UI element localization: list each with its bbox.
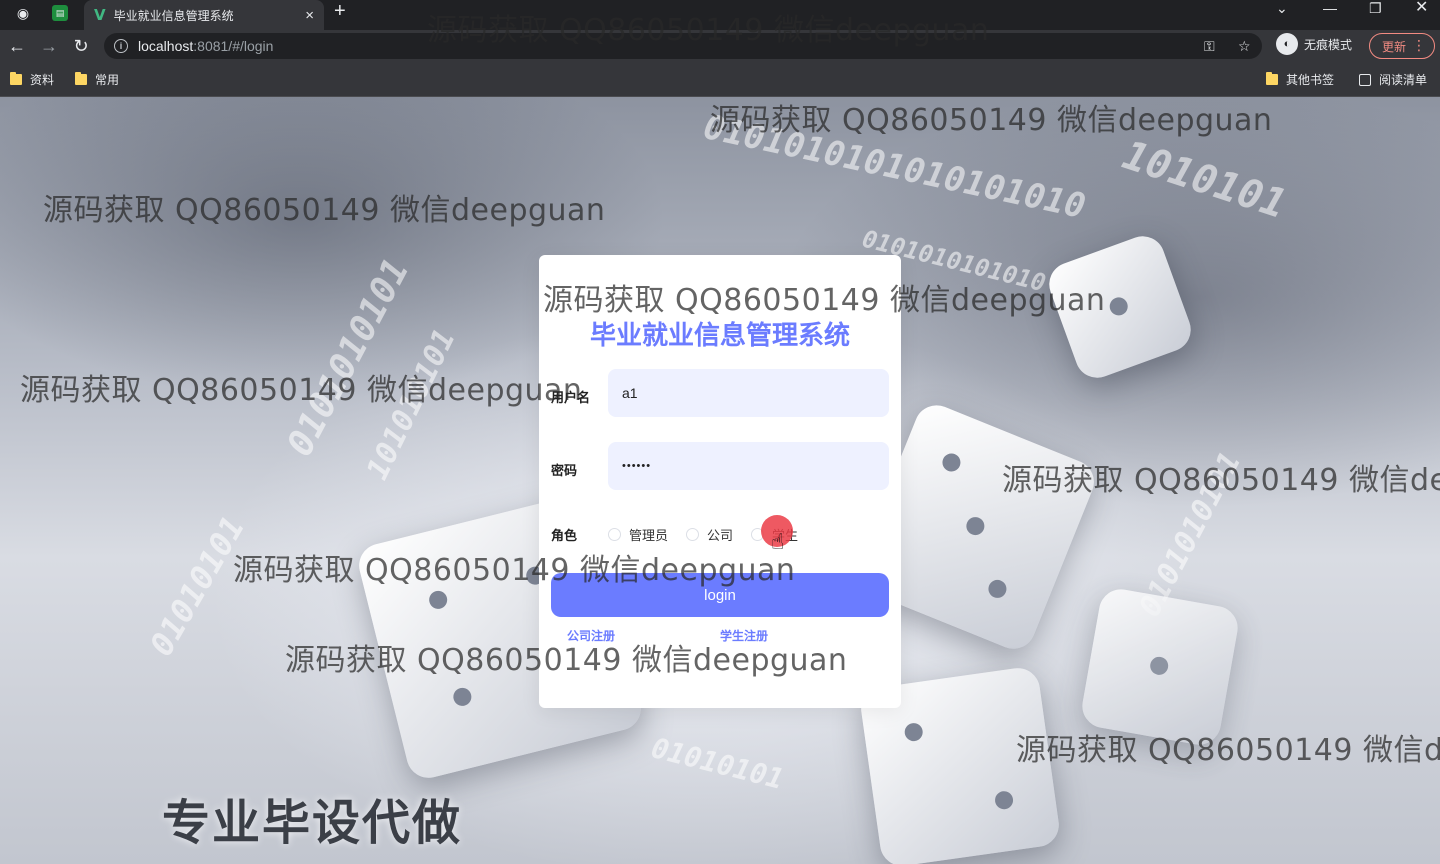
bookmark-label: 常用: [95, 73, 120, 87]
update-button[interactable]: 更新 ⋮: [1369, 33, 1435, 59]
bookmark-other[interactable]: 其他书签: [1266, 71, 1334, 88]
url-host: localhost: [138, 38, 194, 54]
dice-pip: [939, 450, 964, 475]
folder-icon: [75, 72, 87, 85]
watermark-text: 源码获取 QQ86050149 微信deepguan: [710, 103, 1273, 138]
bookmark-label: 阅读清单: [1379, 73, 1428, 87]
radio-circle[interactable]: [608, 528, 621, 541]
window-close-icon[interactable]: ✕: [1415, 0, 1428, 20]
reading-list-icon: [1359, 73, 1371, 86]
vue-logo-icon: V: [94, 6, 106, 24]
tab-close-icon[interactable]: ×: [305, 7, 314, 24]
role-option-label: 管理员: [629, 529, 669, 544]
binary-stream-decoration: 1010101: [1117, 132, 1292, 228]
password-label: 密码: [551, 464, 578, 479]
sheets-app-icon[interactable]: ▤: [52, 5, 68, 21]
incognito-icon: ◐: [1276, 33, 1298, 55]
tab-search-icon[interactable]: ⌄: [1276, 0, 1288, 20]
restore-icon[interactable]: ❐: [1369, 0, 1382, 20]
dice-pip: [993, 790, 1015, 811]
forward-icon[interactable]: →: [37, 34, 61, 58]
dice-pip: [1148, 655, 1170, 677]
watermark-text: 源码获取 QQ86050149 微信de: [1016, 733, 1440, 768]
bookmark-star-icon[interactable]: ☆: [1238, 33, 1251, 59]
minimize-icon[interactable]: —: [1323, 0, 1337, 20]
watermark-text: 源码获取 QQ86050149 微信deepguan: [20, 373, 583, 408]
binary-stream-decoration: 01010101: [648, 731, 787, 796]
update-label: 更新: [1382, 39, 1407, 54]
role-label: 角色: [551, 529, 578, 544]
dice-pip: [1107, 294, 1131, 318]
role-option-label: 公司: [707, 529, 734, 544]
username-input[interactable]: a1: [608, 369, 889, 417]
watermark-text: 源码获取 QQ86050149 微信dee: [1002, 463, 1440, 498]
radio-circle[interactable]: [686, 528, 700, 541]
tab-login[interactable]: V 毕业就业信息管理系统 ×: [84, 0, 324, 30]
reading-list[interactable]: 阅读清单: [1359, 71, 1427, 88]
chrome-menu-icon[interactable]: ◉: [12, 2, 34, 24]
folder-icon: [1266, 72, 1278, 85]
bookmark-label: 资料: [30, 73, 55, 87]
incognito-indicator[interactable]: ◐ 无痕模式: [1276, 33, 1352, 55]
new-tab-button[interactable]: +: [334, 0, 346, 24]
dice-pip: [427, 588, 450, 611]
watermark-text: 源码获取 QQ86050149 微信deepguan: [233, 553, 796, 588]
bookmark-folder-ziliao[interactable]: 资料: [10, 71, 54, 88]
password-key-icon[interactable]: ⚿: [1204, 33, 1215, 59]
watermark-text: 源码获取 QQ86050149 微信deepguan: [543, 283, 1106, 318]
promo-text: 专业毕设代做: [162, 795, 463, 851]
folder-icon: [10, 72, 22, 85]
more-menu-icon[interactable]: ⋮: [1412, 37, 1426, 53]
tab-title: 毕业就业信息管理系统: [113, 8, 234, 23]
watermark-text: 源码获取 QQ86050149 微信deepguan: [43, 193, 606, 228]
dice-pip: [451, 685, 474, 708]
dice-pip: [963, 514, 988, 538]
reload-icon[interactable]: ↻: [69, 34, 93, 58]
url-path: :8081/#/login: [193, 38, 274, 54]
incognito-label: 无痕模式: [1304, 37, 1353, 52]
bookmark-label: 其他书签: [1286, 73, 1335, 87]
watermark-text: 源码获取 QQ86050149 微信deepguan: [427, 13, 990, 48]
dice-pip: [985, 577, 1010, 601]
bookmarks-bar: 资料 常用 其他书签 阅读清单: [0, 62, 1440, 97]
site-info-icon[interactable]: i: [114, 39, 128, 53]
role-radio-company[interactable]: 公司: [686, 525, 733, 544]
back-icon[interactable]: ←: [5, 34, 29, 58]
password-input[interactable]: ••••••: [608, 442, 889, 490]
bookmark-folder-changyong[interactable]: 常用: [75, 71, 119, 88]
watermark-text: 源码获取 QQ86050149 微信deepguan: [285, 643, 848, 678]
role-radio-admin[interactable]: 管理员: [608, 525, 668, 544]
page-viewport: 0101010101010101010 0101010101010 101010…: [0, 97, 1440, 864]
system-title: 毕业就业信息管理系统: [589, 321, 850, 351]
dice-pip: [903, 721, 924, 743]
dice-decoration: [1078, 585, 1242, 749]
